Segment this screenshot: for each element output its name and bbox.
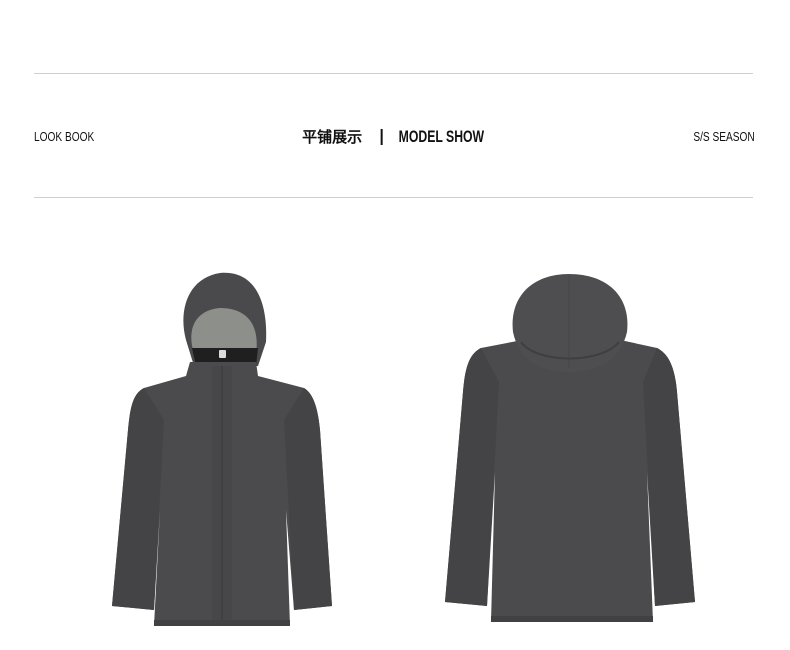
section-title-cn: 平铺展示: [302, 128, 363, 146]
section-header: LOOK BOOK 平铺展示 MODEL SHOW S/S SEASON: [34, 126, 755, 148]
title-separator: [380, 129, 383, 145]
jacket-back-image: [445, 274, 695, 622]
top-divider: [34, 73, 753, 74]
bottom-divider: [34, 197, 753, 198]
jacket-front-image: [112, 272, 332, 626]
section-title-en: MODEL SHOW: [398, 127, 484, 146]
season-label: S/S SEASON: [693, 129, 755, 144]
section-title: 平铺展示 MODEL SHOW: [302, 126, 487, 148]
lookbook-label: LOOK BOOK: [34, 129, 95, 144]
